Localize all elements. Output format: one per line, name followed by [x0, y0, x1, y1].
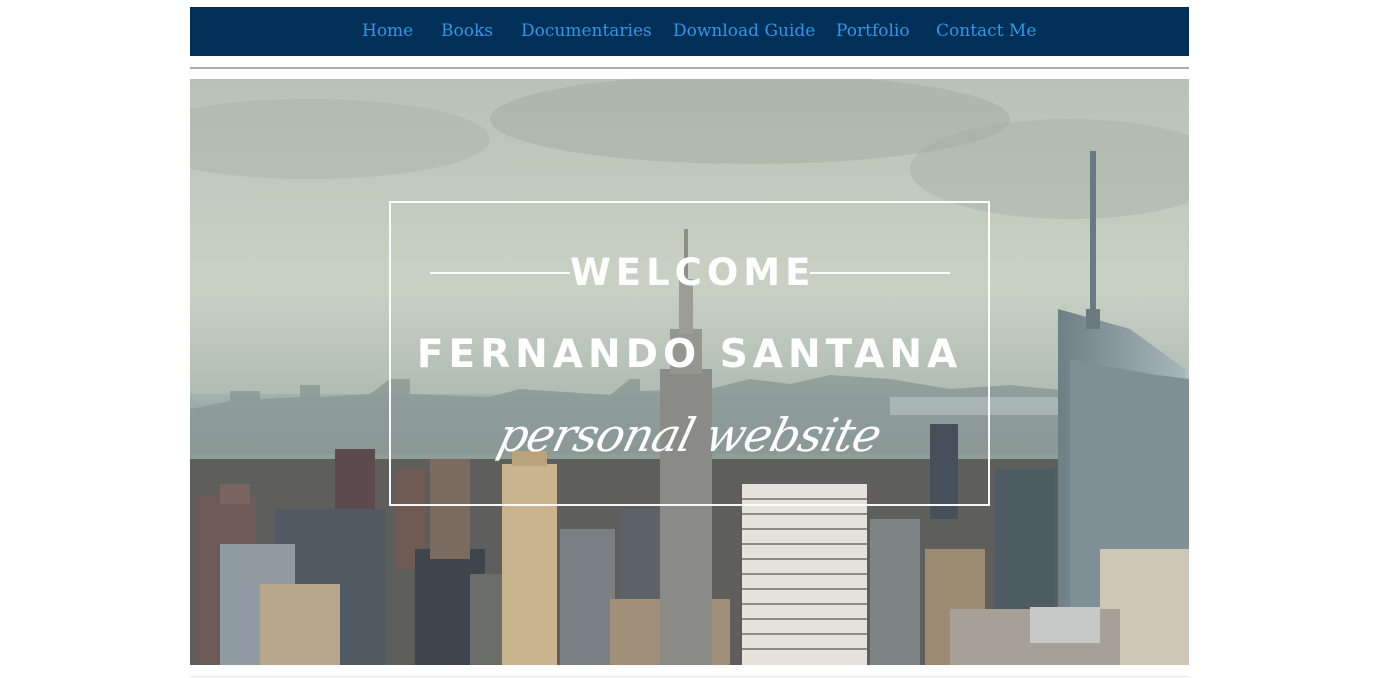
nav-link-documentaries[interactable]: Documentaries — [521, 20, 652, 42]
welcome-heading: WELCOME — [570, 251, 816, 294]
welcome-rule-right — [810, 272, 950, 274]
site-owner-name: FERNANDO SANTANA — [416, 332, 963, 377]
site-tagline: personal website — [492, 408, 887, 462]
nav-link-home[interactable]: Home — [362, 20, 413, 42]
content-divider — [190, 676, 1189, 677]
welcome-row: WELCOME — [430, 251, 950, 295]
nav-list: Home Books Documentaries Download Guide … — [190, 7, 1189, 56]
hero-banner: WELCOME FERNANDO SANTANA personal websit… — [190, 79, 1189, 665]
nav-link-contact-me[interactable]: Contact Me — [936, 20, 1036, 42]
nav-link-books[interactable]: Books — [441, 20, 493, 42]
main-navigation: Home Books Documentaries Download Guide … — [190, 7, 1189, 56]
header-divider — [190, 67, 1189, 69]
nav-link-download-guide[interactable]: Download Guide — [673, 20, 815, 42]
nav-link-portfolio[interactable]: Portfolio — [836, 20, 910, 42]
welcome-rule-left — [430, 272, 570, 274]
